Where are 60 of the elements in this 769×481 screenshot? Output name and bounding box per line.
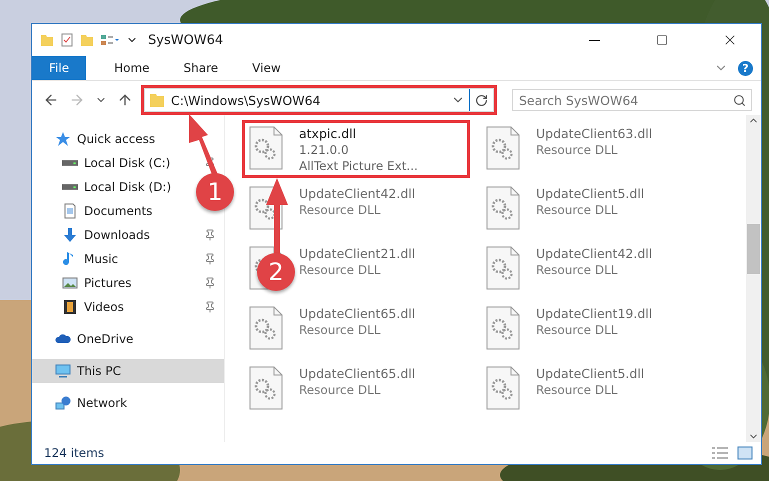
search-field[interactable]: Search SysWOW64 [512,89,752,111]
details-view-icon[interactable] [711,446,729,460]
scroll-thumb[interactable] [747,224,760,274]
nav-item[interactable]: Pictures [84,276,132,290]
nav-item[interactable]: Local Disk (C:) [84,156,170,170]
file-icon [486,186,520,230]
nav-item[interactable]: Videos [84,300,124,314]
file-item[interactable]: UpdateClient65.dll Resource DLL [299,306,416,337]
file-item[interactable]: UpdateClient63.dll Resource DLL [536,126,652,157]
file-item[interactable]: UpdateClient21.dll Resource DLL [299,246,416,277]
nav-item[interactable]: Music [84,252,118,266]
file-icon [486,366,520,410]
file-item[interactable]: UpdateClient19.dll Resource DLL [536,306,652,337]
properties-icon[interactable] [100,33,120,47]
file-item[interactable]: UpdateClient5.dll Resource DLL [536,186,644,217]
ribbon-tab[interactable]: Home [100,56,164,80]
ribbon-tab[interactable]: Share [170,56,232,80]
file-icon [249,126,283,170]
film-icon [62,299,78,315]
checklist-icon[interactable] [60,33,74,47]
folder-icon [40,33,54,47]
file-item[interactable]: UpdateClient5.dll Resource DLL [536,366,644,397]
nav-item[interactable]: Quick access [77,132,156,146]
nav-item[interactable]: Documents [84,204,152,218]
window-title: SysWOW64 [148,32,224,48]
forward-arrow-icon [69,92,85,108]
file-icon [249,306,283,350]
refresh-icon [475,94,488,106]
help-button[interactable]: ? [738,60,753,76]
file-icon [249,366,283,410]
search-icon [733,94,746,107]
file-menu-tab[interactable]: File [32,56,86,80]
pictures-icon [62,275,78,291]
up-arrow-icon [117,92,133,108]
nav-item[interactable]: Network [77,396,128,410]
nav-item[interactable]: Local Disk (D:) [84,180,172,194]
item-count: 124 items [44,446,106,460]
ribbon-tab[interactable]: View [238,56,295,80]
drive-icon [62,160,78,166]
file-item[interactable]: UpdateClient42.dll Resource DLL [536,246,652,277]
star-icon [55,131,71,147]
monitor-icon [55,363,71,379]
nav-item[interactable]: This PC [32,359,224,383]
scrollbar[interactable] [746,115,761,442]
drive-icon [62,184,78,190]
file-icon [486,126,520,170]
network-icon [55,395,71,411]
maximize-icon [656,34,668,46]
document-icon [62,203,78,219]
nav-item[interactable]: Downloads [84,228,150,242]
address-bar[interactable]: C:\Windows\SysWOW64 [144,88,494,112]
nav-item[interactable]: OneDrive [77,332,134,346]
file-icon [486,306,520,350]
large-icons-view-icon[interactable] [737,446,753,460]
file-item[interactable]: UpdateClient42.dll Resource DLL [299,186,416,217]
file-item[interactable]: atxpic.dll 1.21.0.0 AllText Picture Ext... [245,123,467,175]
file-icon [486,246,520,290]
file-item[interactable]: UpdateClient65.dll Resource DLL [299,366,416,397]
download-icon [62,227,78,243]
folder-icon [149,92,165,108]
